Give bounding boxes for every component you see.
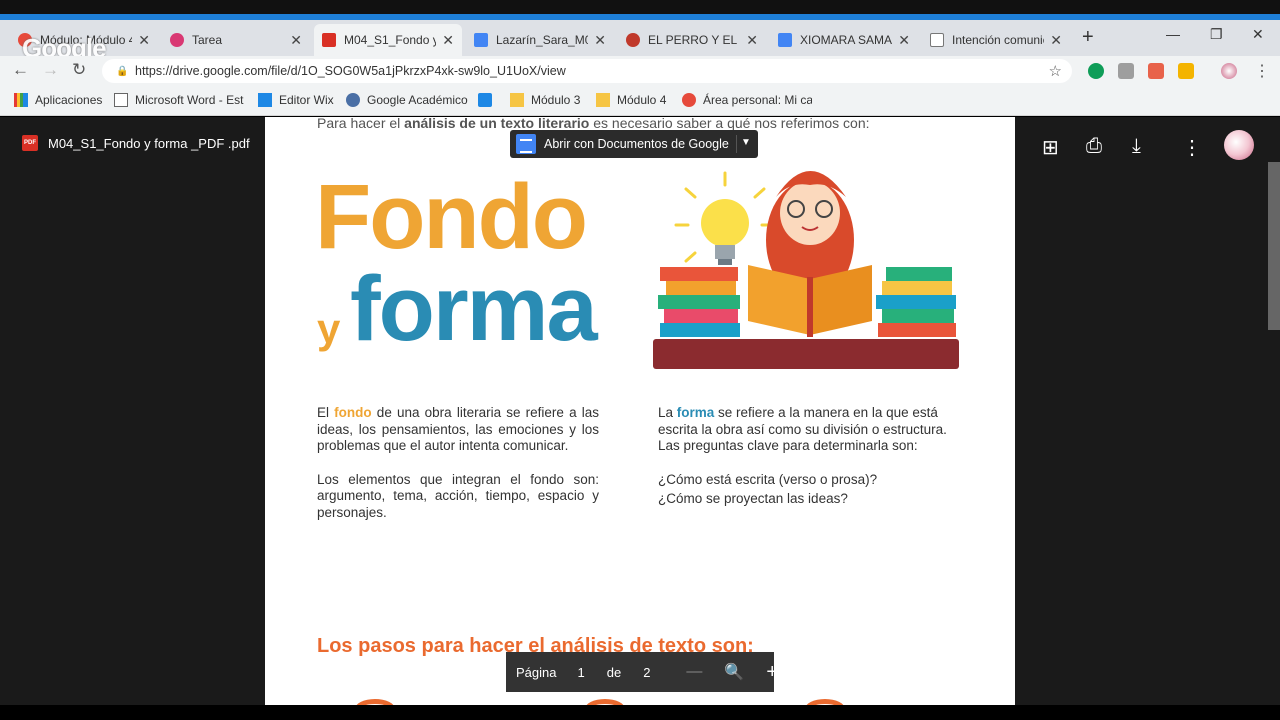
profile-avatar-icon[interactable] [1221, 63, 1237, 79]
bookmark-wix[interactable]: Editor Wix [258, 93, 334, 107]
bookmark-scholar[interactable]: Google Académico [346, 93, 468, 107]
download-icon[interactable]: ⤓ [1132, 135, 1141, 158]
file-title: PDF M04_S1_Fondo y forma _PDF .pdf [22, 135, 250, 151]
total-pages: 2 [643, 664, 651, 680]
close-tab-icon[interactable]: ✕ [442, 32, 454, 49]
page-icon [114, 93, 128, 107]
close-tab-icon[interactable]: ✕ [898, 32, 910, 49]
more-actions-icon[interactable]: ⋮ [1182, 135, 1202, 160]
pin-favicon-icon [626, 33, 640, 47]
lock-icon: 🔒 [116, 65, 129, 77]
extension-w-icon[interactable] [1178, 63, 1194, 79]
check-icon [478, 93, 492, 107]
tab-title: Lazarín_Sara_M04 [496, 33, 589, 47]
pdf-page: Para hacer el análisis de un texto liter… [265, 117, 1015, 705]
bookmark-check[interactable] [478, 93, 499, 107]
forma-column: La forma se refiere a la manera en la qu… [658, 405, 968, 508]
close-tab-icon[interactable]: ✕ [1050, 32, 1062, 49]
close-tab-icon[interactable]: ✕ [290, 32, 302, 49]
close-tab-icon[interactable]: ✕ [138, 32, 150, 49]
fondo-definition: El fondo de una obra literaria se refier… [317, 405, 599, 453]
fondo-column: El fondo de una obra literaria se refier… [317, 405, 599, 538]
tab-title: M04_S1_Fondo y f [344, 33, 437, 47]
page-favicon-icon [930, 33, 944, 47]
zoom-in-icon[interactable]: + [766, 661, 778, 684]
extension-green-icon[interactable] [1088, 63, 1104, 79]
url-text: https://drive.google.com/file/d/1O_SOG0W… [135, 64, 566, 78]
bookmark-area-personal[interactable]: Área personal: Mi ca [682, 93, 812, 107]
restore-icon[interactable]: ❐ [1210, 26, 1223, 43]
reload-icon[interactable]: ↻ [72, 60, 86, 80]
moodle-icon [682, 93, 696, 107]
title-fondo: Fondo [315, 166, 588, 268]
bookmark-apps[interactable]: Aplicaciones [14, 93, 102, 107]
page-label: Página [516, 664, 557, 680]
chevron-down-icon[interactable]: ▼ [741, 137, 751, 148]
folder-icon [596, 93, 610, 107]
fondo-elements: Los elementos que integran el fondo son:… [317, 471, 599, 520]
title-forma: forma [350, 258, 598, 360]
pdf-icon: PDF [22, 135, 38, 151]
extension-video-icon[interactable] [1148, 63, 1164, 79]
print-icon[interactable]: ⎙ [1086, 135, 1102, 158]
current-page[interactable]: 1 [577, 665, 584, 680]
menu-kebab-icon[interactable]: ⋮ [1254, 61, 1270, 81]
zoom-icon[interactable]: 🔍 [724, 662, 744, 682]
bookmarks-bar: Aplicaciones Microsoft Word - Est Editor… [0, 86, 1280, 116]
tab-tarea[interactable]: Tarea ✕ [162, 24, 310, 56]
open-with-google-docs-button[interactable]: Abrir con Documentos de Google ▼ [510, 130, 758, 158]
zoom-out-icon[interactable]: — [686, 663, 702, 681]
bookmark-word[interactable]: Microsoft Word - Est [114, 93, 243, 107]
window-top-strip [0, 0, 1280, 20]
close-window-icon[interactable]: ✕ [1252, 26, 1264, 43]
tab-title: Tarea [192, 33, 223, 47]
back-icon[interactable]: ← [12, 60, 29, 80]
bookmark-star-icon[interactable]: ☆ [1049, 62, 1062, 80]
docs-favicon-icon [778, 33, 792, 47]
extension-gray-icon[interactable] [1118, 63, 1134, 79]
scholar-icon [346, 93, 360, 107]
tab-title: EL PERRO Y EL CO [648, 33, 740, 47]
folder-icon [510, 93, 524, 107]
drive-pdf-viewer: Para hacer el análisis de un texto liter… [0, 117, 1280, 705]
title-y: y [317, 305, 341, 352]
docs-favicon-icon [474, 33, 488, 47]
address-bar[interactable]: 🔒 https://drive.google.com/file/d/1O_SOG… [102, 59, 1072, 83]
tab-title: Intención comunic [952, 33, 1045, 47]
wix-icon [258, 93, 272, 107]
page-of-label: de [606, 664, 622, 680]
add-to-drive-icon[interactable]: ⊞ [1042, 135, 1059, 160]
moodle-favicon-icon [170, 33, 184, 47]
pdf-favicon-icon [322, 33, 336, 47]
taskbar-strip [0, 705, 1280, 720]
forward-icon[interactable]: → [42, 60, 59, 80]
new-tab-button[interactable]: + [1082, 26, 1094, 49]
account-avatar[interactable] [1224, 130, 1254, 160]
tab-title: XIOMARA SAMAN [800, 33, 893, 47]
reading-girl-illustration [653, 171, 959, 369]
forma-question-2: ¿Cómo se proyectan las ideas? [658, 491, 848, 506]
page-navigator: Página 1 de 2 — 🔍 + [506, 652, 778, 692]
close-tab-icon[interactable]: ✕ [746, 32, 758, 49]
scrollbar-thumb[interactable] [1268, 162, 1280, 330]
close-tab-icon[interactable]: ✕ [594, 32, 606, 49]
bookmark-modulo4[interactable]: Módulo 4 [596, 93, 666, 107]
tab-perro[interactable]: EL PERRO Y EL CO ✕ [618, 24, 766, 56]
bookmark-modulo3[interactable]: Módulo 3 [510, 93, 580, 107]
google-docs-icon [516, 134, 536, 154]
minimize-icon[interactable]: — [1166, 26, 1180, 42]
apps-grid-icon [14, 93, 28, 107]
tab-xiomara[interactable]: XIOMARA SAMAN ✕ [770, 24, 918, 56]
tab-lazarin[interactable]: Lazarín_Sara_M04 ✕ [466, 24, 614, 56]
forma-question-1: ¿Cómo está escrita (verso o prosa)? [658, 471, 878, 487]
forma-definition: La forma se refiere a la manera en la qu… [658, 405, 947, 453]
tab-pdf-active[interactable]: M04_S1_Fondo y f ✕ [314, 24, 462, 56]
tab-intencion[interactable]: Intención comunic ✕ [922, 24, 1070, 56]
toolbar: ← → ↻ 🔒 https://drive.google.com/file/d/… [0, 56, 1280, 86]
